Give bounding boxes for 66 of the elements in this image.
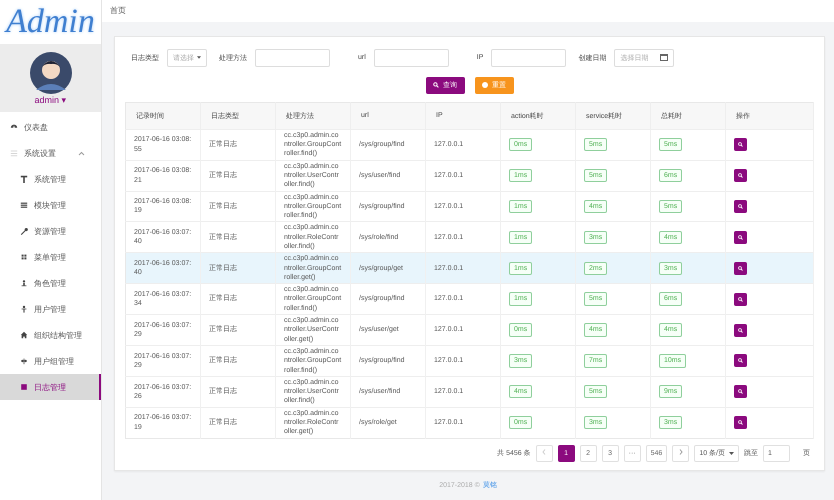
bars-icon [20,201,28,209]
caret-icon [729,452,734,455]
menu-item[interactable]: 资源管理 [0,218,101,244]
menu-label: 用户组管理 [34,356,74,366]
menu-item[interactable]: 系统设置 [0,140,101,166]
breadcrumb: 首页 [110,6,126,15]
view-button[interactable] [734,169,747,182]
calendar-icon [660,54,668,62]
search-icon [738,358,743,364]
view-button[interactable] [734,262,747,275]
input-field[interactable] [374,48,449,67]
view-button[interactable] [734,200,747,213]
search-icon [738,266,743,271]
chevron-left-icon [542,449,546,456]
search-icon [738,389,743,394]
grid-icon [20,253,28,261]
view-button[interactable] [734,354,747,368]
menu-item[interactable]: 角色管理 [0,270,101,296]
chevron-right-icon [678,449,683,456]
menu-item[interactable]: 模块管理 [0,192,101,218]
menu-item[interactable]: 菜单管理 [0,244,101,270]
group-icon [20,357,28,365]
search-icon [433,82,439,88]
search-icon [738,328,743,333]
menu-label: 系统管理 [34,174,66,184]
search-icon [738,234,743,240]
menu-label: 资源管理 [34,226,66,236]
view-button[interactable] [734,416,747,430]
view-button[interactable] [734,138,747,152]
person-icon [20,279,28,287]
wrench-icon [20,227,28,235]
menu-item[interactable]: 日志管理 [0,374,101,400]
input-field[interactable] [491,48,566,67]
search-icon [738,142,743,148]
view-button[interactable] [734,230,747,244]
search-icon [738,204,743,209]
user-name[interactable]: admin ▾ [34,94,67,104]
search-icon [738,296,743,302]
menu-label: 日志管理 [34,382,66,392]
dashboard-icon [10,123,18,131]
home-icon [20,331,28,339]
list-icon [10,149,18,157]
menu-item[interactable]: 组织结构管理 [0,322,101,348]
menu-label: 角色管理 [34,278,66,288]
menu-label: 菜单管理 [34,252,66,262]
menu-label: 组织结构管理 [34,330,82,340]
menu-label: 系统设置 [24,148,56,158]
caret-icon [197,56,201,60]
menu-label: 模块管理 [34,200,66,210]
reset-icon [482,82,488,88]
tool-icon [20,175,28,183]
menu-label: 用户管理 [34,304,66,314]
search-icon [738,420,743,426]
menu-item[interactable]: 用户管理 [0,296,101,322]
view-button[interactable] [734,292,747,306]
menu-item[interactable]: 系统管理 [0,166,101,192]
admin-logo: Admin [6,3,95,41]
menu-item[interactable]: 仪表盘 [0,114,101,140]
user-icon [20,305,28,313]
search-icon [738,173,743,178]
view-button[interactable] [734,385,747,398]
menu-item[interactable]: 用户组管理 [0,348,101,374]
square-icon [20,383,28,391]
view-button[interactable] [734,324,747,337]
input-field[interactable] [255,48,330,67]
menu-label: 仪表盘 [24,122,48,132]
